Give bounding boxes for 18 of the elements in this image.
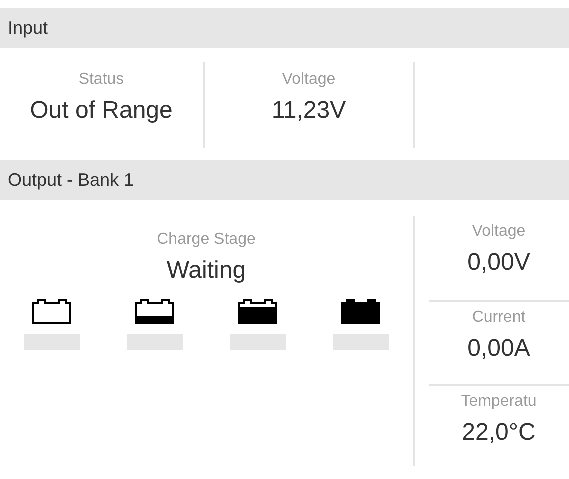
field-value: Out of Range xyxy=(30,96,173,126)
field-label: Voltage xyxy=(282,70,336,90)
reading-label: Voltage xyxy=(472,222,526,242)
reading-label: Current xyxy=(472,308,526,328)
battery-icon xyxy=(341,298,382,324)
reading-value: 0,00A xyxy=(468,334,530,364)
battery-icon xyxy=(238,298,278,324)
reading-value: 0,00V xyxy=(468,248,530,278)
field-label: Status xyxy=(78,70,124,90)
stage-value: Waiting xyxy=(166,256,246,286)
section-header: Input xyxy=(0,8,569,48)
reading-label: Temperatu xyxy=(461,392,537,412)
stage-label: Charge Stage xyxy=(157,230,256,250)
battery-icon xyxy=(134,298,175,324)
field-value: 11,23V xyxy=(272,96,346,126)
battery-icon xyxy=(32,298,72,324)
reading-value: 22,0°C xyxy=(462,418,536,448)
section-header: Output - Bank 1 xyxy=(0,160,569,200)
